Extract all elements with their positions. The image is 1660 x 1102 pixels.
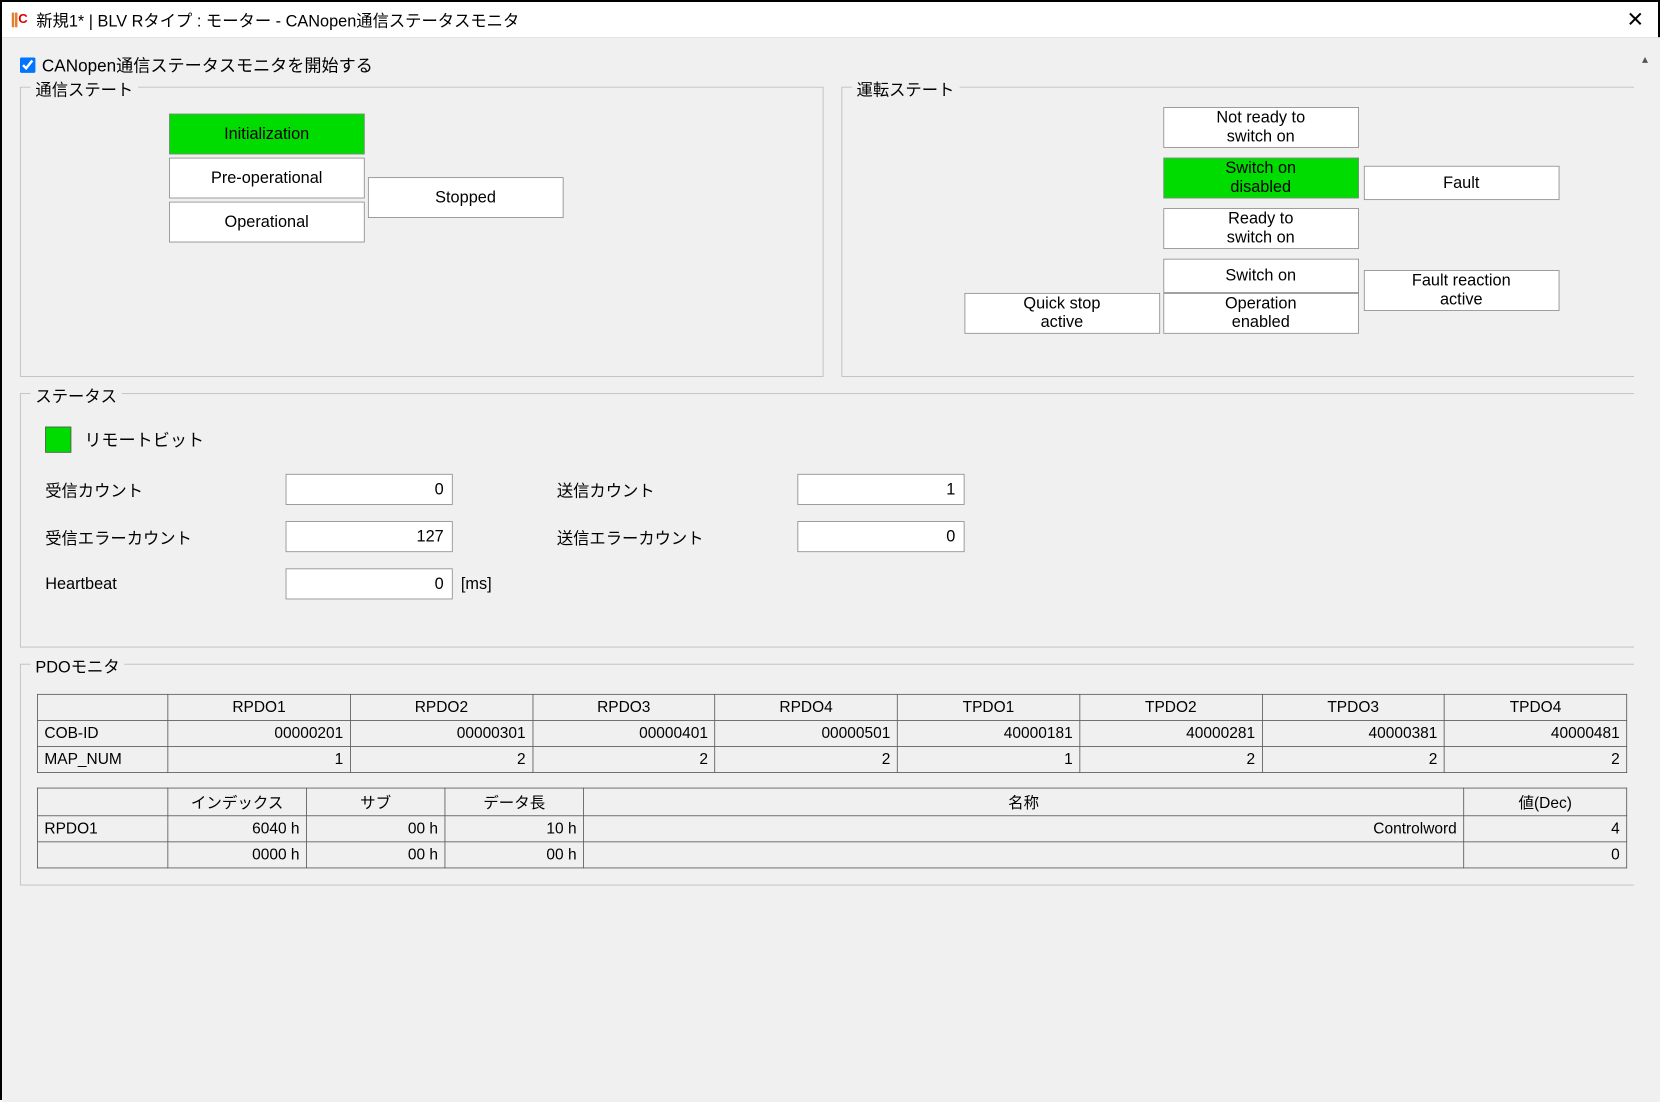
table-row: 0000 h00 h00 h 0: [37, 842, 1626, 868]
state-not-ready: Not ready to switch on: [1163, 107, 1359, 148]
table-row: RPDO1 6040 h00 h10 h Controlword4: [37, 816, 1626, 842]
state-fault-reaction-active: Fault reaction active: [1363, 270, 1559, 311]
remote-bit-label: リモートビット: [84, 427, 204, 451]
state-operation-enabled: Operation enabled: [1163, 293, 1359, 334]
drive-state-group: 運転ステート Not ready to switch on Switch on …: [841, 87, 1644, 377]
pdo-table-1: RPDO1RPDO2RPDO3RPDO4 TPDO1TPDO2TPDO3TPDO…: [37, 694, 1627, 773]
state-ready-to-switch-on: Ready to switch on: [1163, 208, 1359, 249]
table-row-cobid: COB-ID 00000201000003010000040100000501 …: [37, 720, 1626, 746]
tx-count-value: 1: [797, 474, 964, 505]
rx-count-value: 0: [286, 474, 453, 505]
tx-err-label: 送信エラーカウント: [557, 525, 797, 549]
tx-count-label: 送信カウント: [557, 478, 797, 502]
state-switch-on-disabled: Switch on disabled: [1163, 158, 1359, 199]
status-label: ステータス: [31, 383, 122, 407]
pdo-monitor-group: PDOモニタ RPDO1RPDO2RPDO3RPDO4 TPDO1TPDO2TP…: [20, 664, 1644, 886]
scroll-up-icon[interactable]: ▴: [1634, 48, 1656, 70]
state-pre-operational: Pre-operational: [169, 158, 365, 199]
scrollbar[interactable]: ▴: [1634, 48, 1656, 1094]
table-header-row: インデックスサブデータ長名称値(Dec): [37, 788, 1626, 816]
table-header-row: RPDO1RPDO2RPDO3RPDO4 TPDO1TPDO2TPDO3TPDO…: [37, 694, 1626, 720]
rx-err-value: 127: [286, 521, 453, 552]
titlebar: C 新規1* | BLV Rタイプ : モーター - CANopen通信ステータ…: [2, 2, 1660, 38]
comm-state-group: 通信ステート Initialization Pre-operational Op…: [20, 87, 823, 377]
heartbeat-value: 0: [286, 568, 453, 599]
state-initialization: Initialization: [169, 114, 365, 155]
rx-count-label: 受信カウント: [45, 478, 285, 502]
content-area: CANopen通信ステータスモニタを開始する 通信ステート Initializa…: [2, 38, 1660, 1102]
state-operational: Operational: [169, 202, 365, 243]
window-title: 新規1* | BLV Rタイプ : モーター - CANopen通信ステータスモ…: [36, 8, 519, 32]
remote-bit-led: [45, 427, 71, 453]
close-icon[interactable]: ✕: [1618, 7, 1652, 32]
start-monitor-checkbox[interactable]: [20, 57, 35, 72]
state-quick-stop-active: Quick stop active: [964, 293, 1160, 334]
app-icon: C: [12, 11, 28, 27]
pdo-table-2: インデックスサブデータ長名称値(Dec) RPDO1 6040 h00 h10 …: [37, 788, 1627, 869]
state-fault: Fault: [1363, 166, 1559, 200]
tx-err-value: 0: [797, 521, 964, 552]
comm-state-label: 通信ステート: [31, 77, 139, 101]
status-group: ステータス リモートビット 受信カウント 0 受信エラーカウント 127: [20, 393, 1644, 647]
drive-state-label: 運転ステート: [852, 77, 960, 101]
state-stopped: Stopped: [368, 177, 564, 218]
heartbeat-unit: [ms]: [461, 575, 492, 594]
table-row-mapnum: MAP_NUM 1222 1222: [37, 747, 1626, 773]
rx-err-label: 受信エラーカウント: [45, 525, 285, 549]
start-monitor-label: CANopen通信ステータスモニタを開始する: [42, 53, 373, 77]
pdo-monitor-label: PDOモニタ: [31, 654, 125, 678]
state-switch-on: Switch on: [1163, 259, 1359, 293]
heartbeat-label: Heartbeat: [45, 575, 285, 594]
